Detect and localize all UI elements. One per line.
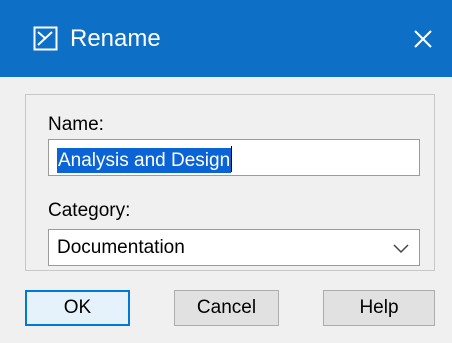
help-button[interactable]: Help [323, 290, 435, 326]
category-label: Category: [48, 200, 131, 221]
rename-dialog: Rename Name: Analysis and Design Categor… [0, 0, 452, 343]
text-caret [231, 146, 232, 172]
window-title: Rename [70, 25, 161, 52]
cancel-button[interactable]: Cancel [174, 290, 279, 326]
ok-button[interactable]: OK [25, 290, 130, 326]
category-select-value: Documentation [57, 237, 185, 258]
close-icon [414, 29, 432, 48]
name-input-selected-text: Analysis and Design [57, 148, 232, 173]
chevron-down-icon[interactable] [393, 242, 409, 254]
rename-dialog-icon [33, 26, 58, 51]
name-label: Name: [48, 114, 104, 135]
close-button[interactable] [394, 0, 452, 77]
category-select[interactable]: Documentation [48, 229, 420, 266]
title-bar[interactable]: Rename [0, 0, 452, 77]
name-input[interactable]: Analysis and Design [48, 139, 420, 176]
